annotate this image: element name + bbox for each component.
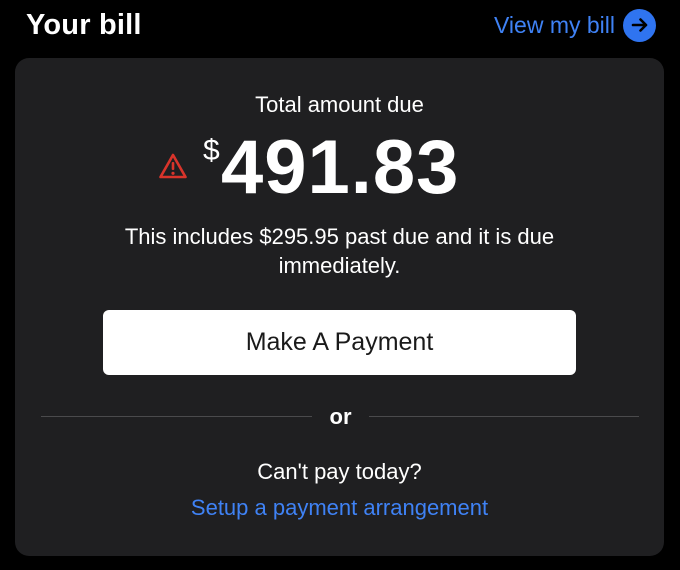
past-due-note: This includes $295.95 past due and it is… [124, 224, 555, 278]
amount-row: $ 491.83 [15, 125, 664, 210]
cant-pay-today-label: Can't pay today? [257, 459, 422, 484]
arrow-right-circle-icon[interactable] [623, 8, 656, 42]
make-a-payment-button[interactable]: Make A Payment [103, 310, 576, 375]
divider-right [369, 416, 639, 417]
total-amount-due-label: Total amount due [255, 92, 424, 117]
make-a-payment-label: Make A Payment [245, 328, 434, 356]
header: Your bill View my bill [26, 6, 656, 44]
view-my-bill-link[interactable]: View my bill [494, 8, 656, 42]
bill-card: Total amount due $ 491.83 This includes … [15, 58, 664, 556]
or-separator-label: or [329, 404, 352, 429]
bill-screen: Your bill View my bill Total amount due … [0, 0, 680, 570]
view-my-bill-label: View my bill [494, 11, 615, 38]
warning-triangle-icon [158, 152, 188, 180]
page-title: Your bill [26, 8, 142, 41]
divider-left [41, 416, 312, 417]
currency-symbol: $ [203, 134, 220, 167]
amount-due-value: 491.83 [221, 125, 460, 210]
payment-arrangement-link[interactable]: Setup a payment arrangement [15, 495, 664, 521]
